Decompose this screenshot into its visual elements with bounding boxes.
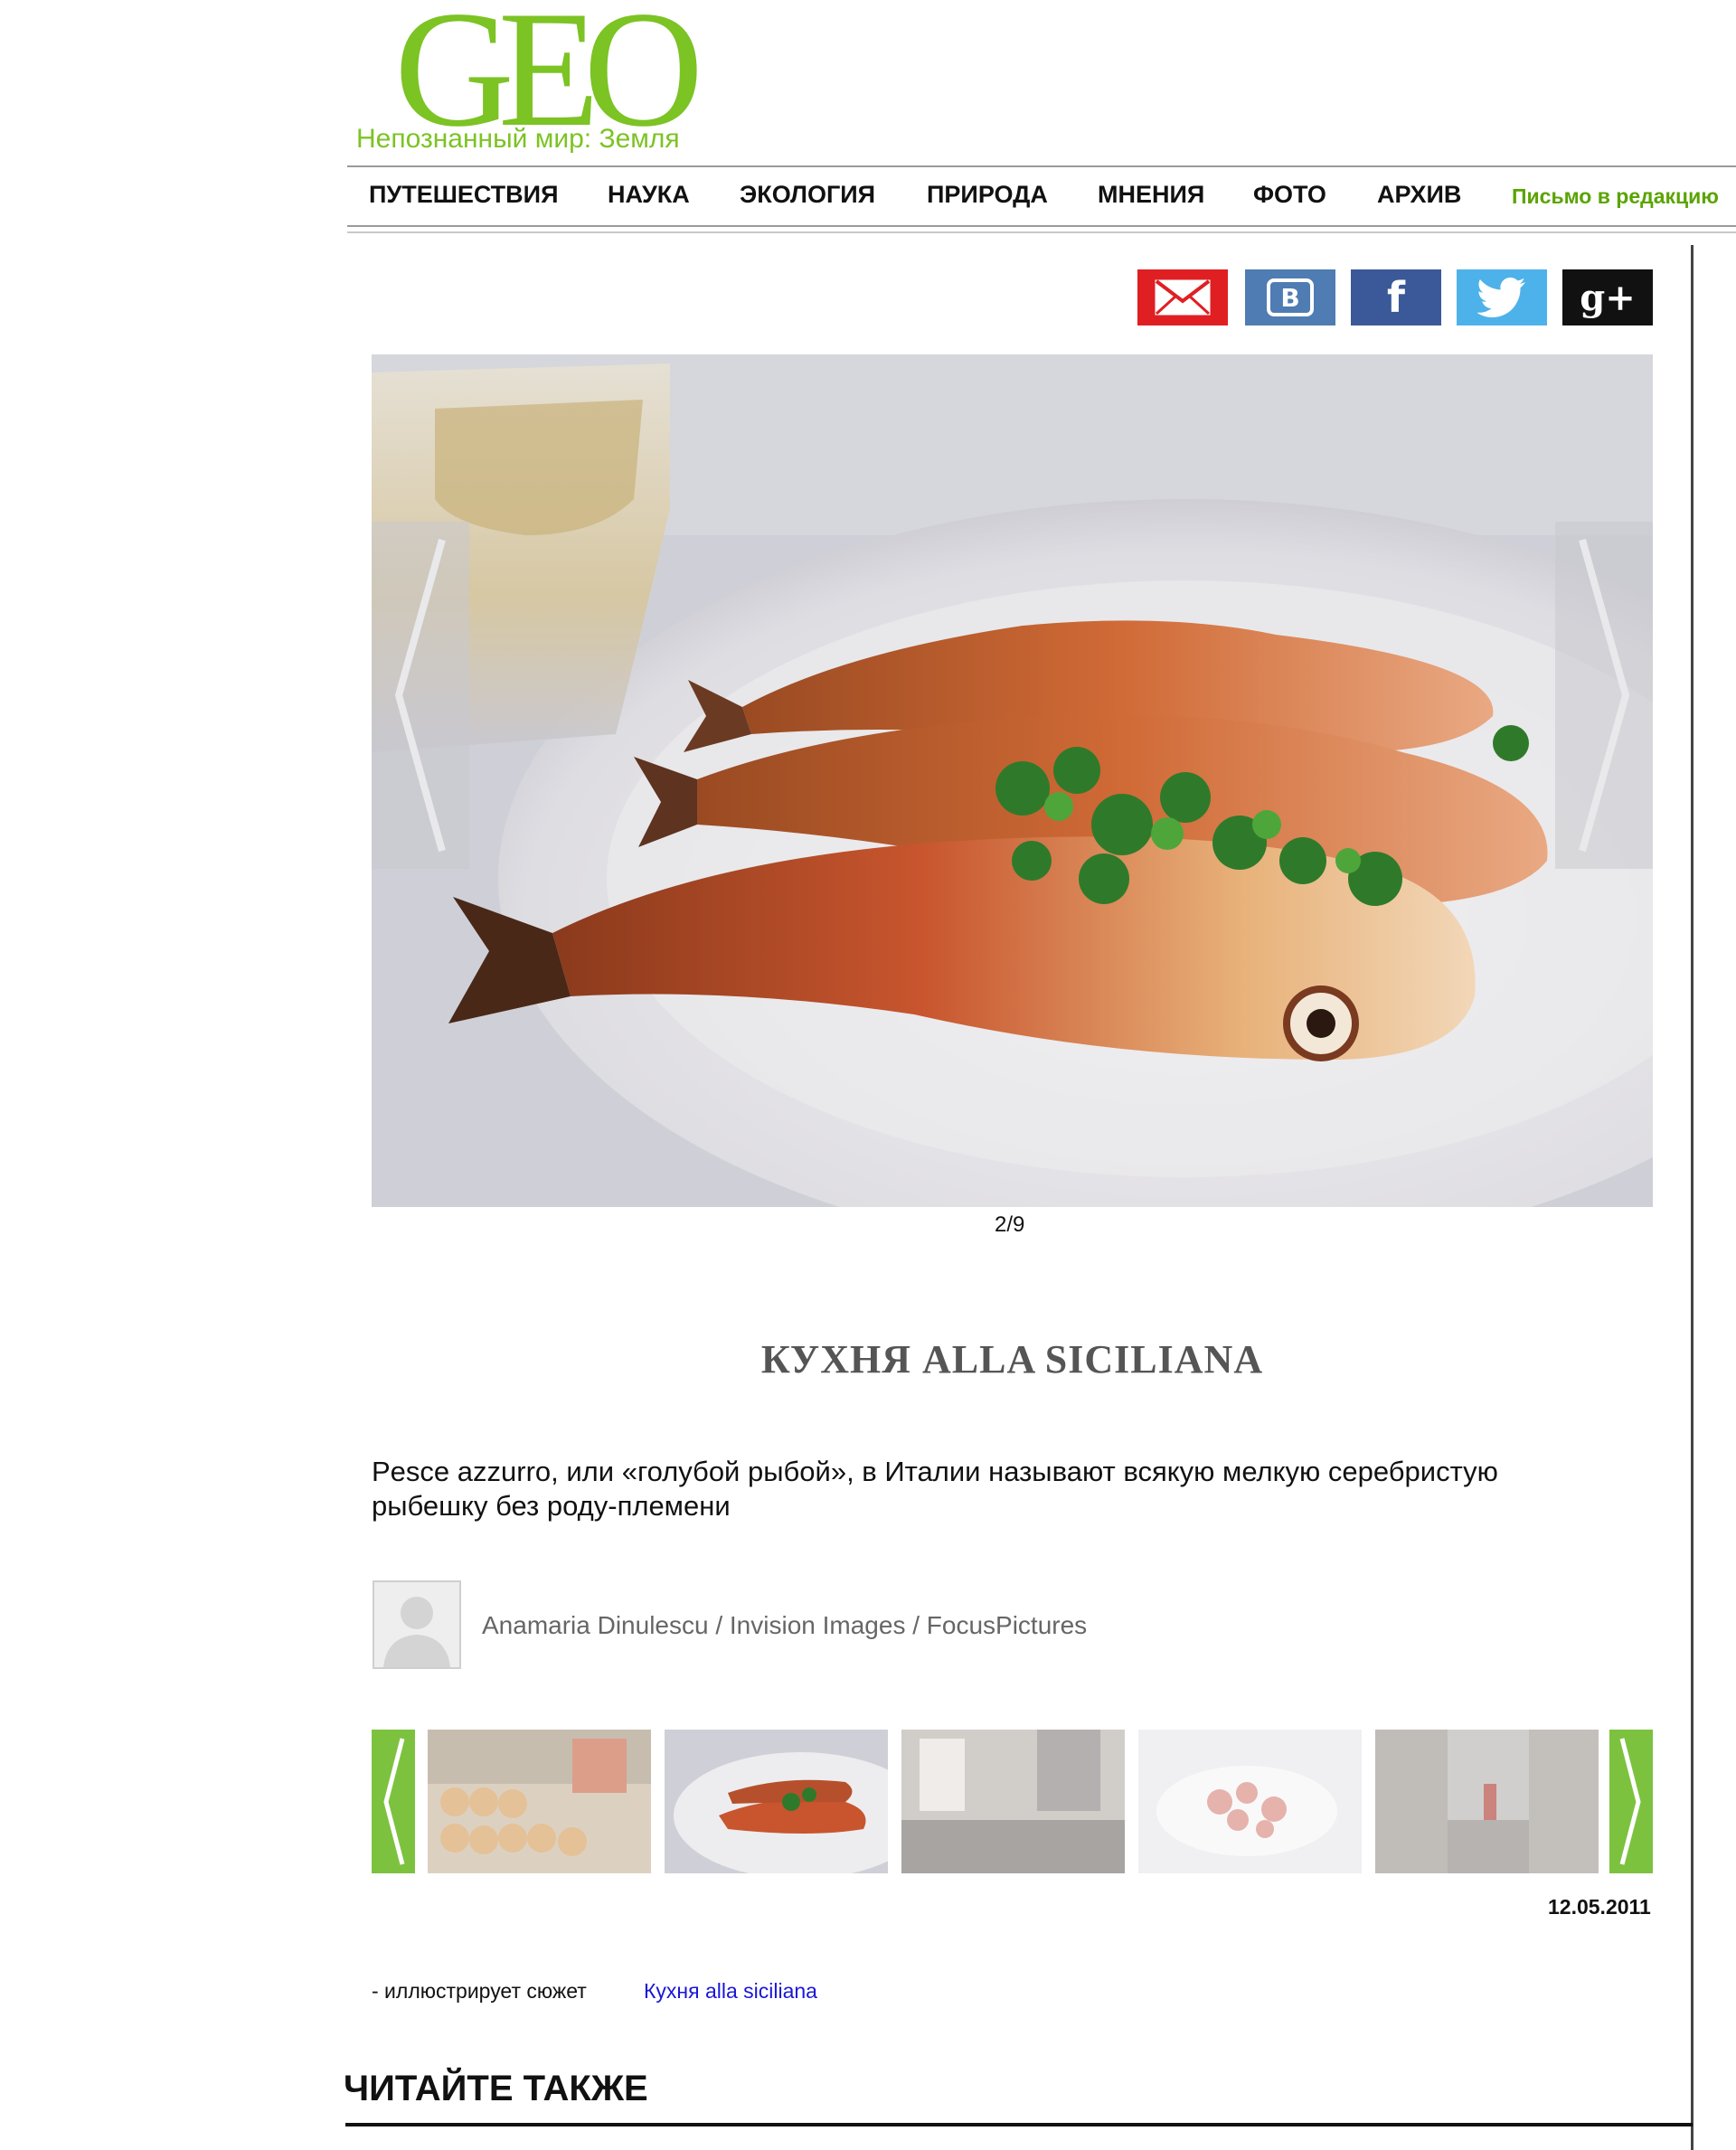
envelope-icon bbox=[1155, 279, 1211, 316]
nav-item-nature[interactable]: ПРИРОДА bbox=[927, 181, 1048, 209]
seafood-salad-thumbnail bbox=[1138, 1730, 1362, 1873]
story-link[interactable]: Кухня alla siciliana bbox=[644, 1979, 817, 2004]
read-also-divider bbox=[345, 2123, 1693, 2126]
facebook-icon: f bbox=[1386, 273, 1405, 322]
kitchen-cooks-thumbnail bbox=[901, 1730, 1125, 1873]
share-twitter-button[interactable] bbox=[1457, 269, 1547, 325]
share-email-button[interactable] bbox=[1137, 269, 1228, 325]
thumbs-next-button[interactable] bbox=[1609, 1730, 1653, 1873]
twitter-bird-icon bbox=[1477, 278, 1525, 317]
page: GEO Непознанный мир: Земля ПУТЕШЕСТВИЯ Н… bbox=[0, 0, 1736, 2150]
gallery-next-button[interactable] bbox=[1555, 522, 1653, 869]
photo-credit: Anamaria Dinulescu / Invision Images / F… bbox=[482, 1611, 1088, 1639]
gallery-thumb-3[interactable] bbox=[901, 1730, 1125, 1873]
gallery-thumb-1[interactable] bbox=[428, 1730, 651, 1873]
publish-date: 12.05.2011 bbox=[1548, 1895, 1651, 1919]
chevron-left-icon bbox=[394, 538, 446, 853]
photo-description: Pesce azzurro, или «голубой рыбой», в Ит… bbox=[372, 1456, 1498, 1522]
content-right-border bbox=[1691, 245, 1694, 2150]
gallery-counter: 2/9 bbox=[995, 1212, 1025, 1237]
logo-tagline: Непознанный мир: Земля bbox=[356, 124, 680, 154]
chevron-right-icon bbox=[1619, 1738, 1641, 1865]
gallery-main-photo bbox=[372, 354, 1653, 1207]
share-vk-button[interactable]: В bbox=[1245, 269, 1335, 325]
street-market-thumbnail bbox=[1375, 1730, 1599, 1873]
chevron-left-icon bbox=[383, 1738, 405, 1865]
chevron-right-icon bbox=[1579, 538, 1630, 853]
nav-item-travel[interactable]: ПУТЕШЕСТВИЯ bbox=[369, 181, 558, 209]
vk-icon: В bbox=[1267, 278, 1314, 316]
gallery-thumb-5[interactable] bbox=[1375, 1730, 1599, 1873]
nav-item-science[interactable]: НАУКА bbox=[608, 181, 690, 209]
main-nav: ПУТЕШЕСТВИЯ НАУКА ЭКОЛОГИЯ ПРИРОДА МНЕНИ… bbox=[347, 168, 1736, 224]
nav-bottom-divider bbox=[347, 225, 1736, 233]
gallery-prev-button[interactable] bbox=[372, 522, 469, 869]
share-facebook-button[interactable]: f bbox=[1351, 269, 1441, 325]
photo-title: КУХНЯ ALLA SICILIANA bbox=[760, 1337, 1264, 1381]
grilled-fish-photo bbox=[372, 354, 1653, 1207]
googleplus-icon: g+ bbox=[1580, 276, 1636, 319]
nav-item-ecology[interactable]: ЭКОЛОГИЯ bbox=[740, 181, 875, 209]
illustrates-story-label: - иллюстрирует сюжет bbox=[372, 1979, 587, 2003]
gallery-thumb-2[interactable] bbox=[665, 1730, 888, 1873]
thumbs-prev-button[interactable] bbox=[372, 1730, 415, 1873]
nav-item-archive[interactable]: АРХИВ bbox=[1377, 181, 1461, 209]
gallery-thumb-4[interactable] bbox=[1138, 1730, 1362, 1873]
fish-plate-thumbnail bbox=[665, 1730, 888, 1873]
user-silhouette-icon bbox=[374, 1582, 459, 1667]
share-googleplus-button[interactable]: g+ bbox=[1562, 269, 1653, 325]
read-also-heading: ЧИТАЙТЕ ТАКЖЕ bbox=[344, 2069, 648, 2108]
nav-top-divider bbox=[347, 165, 1736, 167]
market-stall-thumbnail bbox=[428, 1730, 651, 1873]
nav-item-photo[interactable]: ФОТО bbox=[1253, 181, 1326, 209]
nav-item-opinions[interactable]: МНЕНИЯ bbox=[1098, 181, 1204, 209]
nav-item-letter-to-editor[interactable]: Письмо в редакцию bbox=[1512, 184, 1719, 209]
author-avatar bbox=[373, 1580, 461, 1669]
